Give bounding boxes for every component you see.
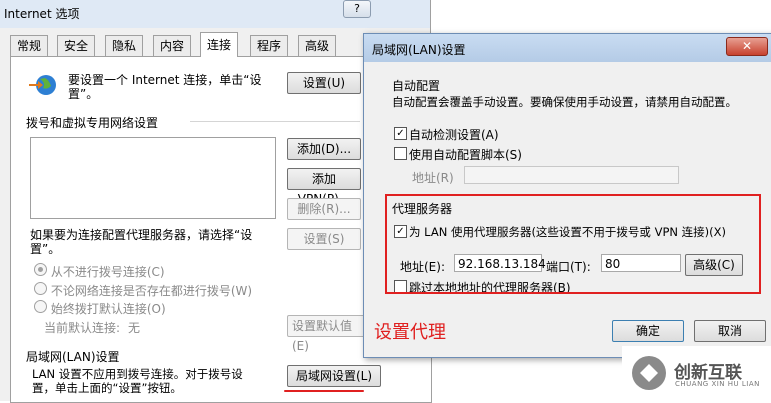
- current-default-value: 无: [128, 321, 141, 335]
- tab-privacy[interactable]: 隐私: [105, 35, 144, 56]
- connections-list[interactable]: [30, 137, 276, 219]
- radio-dial-no-network-label: 不论网络连接是否存在都进行拨号(W): [50, 284, 253, 298]
- cancel-button[interactable]: 取消: [694, 320, 766, 342]
- radio-always-dial-label: 始终拨打默认连接(O): [50, 302, 166, 316]
- remove-button[interactable]: 删除(R)...: [287, 198, 361, 220]
- globe-icon: [26, 73, 60, 97]
- radio-never-dial-label: 从不进行拨号连接(C): [50, 265, 165, 279]
- radio-dot: [34, 263, 47, 276]
- radio-never-dial[interactable]: 从不进行拨号连接(C): [34, 263, 165, 280]
- tab-connections[interactable]: 连接: [200, 32, 239, 57]
- options-window-title: Internet 选项: [4, 7, 80, 21]
- script-address-label: 地址(R): [412, 171, 454, 185]
- watermark-sub: CHUANG XIN HU LIAN: [675, 380, 760, 388]
- tab-general[interactable]: 常规: [10, 35, 49, 56]
- dialup-group-line: [190, 121, 360, 122]
- settings-button[interactable]: 设置(S): [287, 228, 361, 250]
- current-default-label: 当前默认连接:: [44, 321, 121, 335]
- set-default-button[interactable]: 设置默认值(E): [287, 315, 369, 353]
- lan-button-underline-mark: [284, 390, 364, 392]
- proxy-highlight-box: [385, 194, 761, 294]
- close-button[interactable]: ✕: [726, 37, 768, 56]
- auto-detect-label: 自动检测设置(A): [409, 128, 499, 142]
- annotation-text: 设置代理: [374, 322, 446, 343]
- dialup-group-title: 拨号和虚拟专用网络设置: [26, 116, 159, 130]
- auto-config-group-title: 自动配置: [392, 79, 441, 93]
- lan-settings-button[interactable]: 局域网设置(L): [287, 365, 381, 387]
- tab-security[interactable]: 安全: [57, 35, 96, 56]
- add-vpn-button[interactable]: 添加 VPN(P)...: [287, 168, 361, 206]
- setup-button[interactable]: 设置(U): [287, 72, 361, 94]
- watermark-logo-icon: [632, 356, 666, 390]
- checkbox-unchecked-icon: [394, 147, 407, 160]
- radio-dial-no-network[interactable]: 不论网络连接是否存在都进行拨号(W): [34, 282, 252, 299]
- watermark: 创新互联 CHUANG XIN HU LIAN: [622, 346, 771, 401]
- tab-content[interactable]: 内容: [153, 35, 192, 56]
- lan-note: LAN 设置不应用到拨号连接。对于拨号设置，单击上面的“设置”按钮。: [32, 367, 243, 395]
- proxy-config-note: 如果要为连接配置代理服务器，请选择“设置”。: [30, 228, 253, 256]
- tab-advanced[interactable]: 高级: [298, 35, 337, 56]
- setup-description: 要设置一个 Internet 连接，单击“设置”。: [68, 73, 262, 101]
- script-address-input[interactable]: [464, 166, 679, 184]
- auto-script-label: 使用自动配置脚本(S): [409, 148, 522, 162]
- help-button[interactable]: ?: [343, 0, 371, 18]
- close-icon: ✕: [741, 39, 753, 53]
- radio-always-dial[interactable]: 始终拨打默认连接(O): [34, 300, 166, 317]
- ok-button[interactable]: 确定: [612, 320, 684, 342]
- checkbox-checked-icon: ✓: [394, 127, 407, 140]
- options-titlebar: Internet 选项 ?: [0, 0, 430, 28]
- auto-detect-checkbox[interactable]: ✓ 自动检测设置(A): [394, 126, 499, 143]
- radio-dot: [34, 300, 47, 313]
- add-button[interactable]: 添加(D)...: [287, 138, 361, 160]
- auto-script-checkbox[interactable]: 使用自动配置脚本(S): [394, 146, 522, 163]
- lan-group-title: 局域网(LAN)设置: [26, 350, 120, 364]
- lan-dialog-title: 局域网(LAN)设置: [372, 43, 466, 57]
- auto-config-description: 自动配置会覆盖手动设置。要确保使用手动设置，请禁用自动配置。: [392, 95, 737, 109]
- lan-titlebar: 局域网(LAN)设置 ✕: [364, 34, 771, 62]
- radio-dot: [34, 282, 47, 295]
- tab-programs[interactable]: 程序: [250, 35, 289, 56]
